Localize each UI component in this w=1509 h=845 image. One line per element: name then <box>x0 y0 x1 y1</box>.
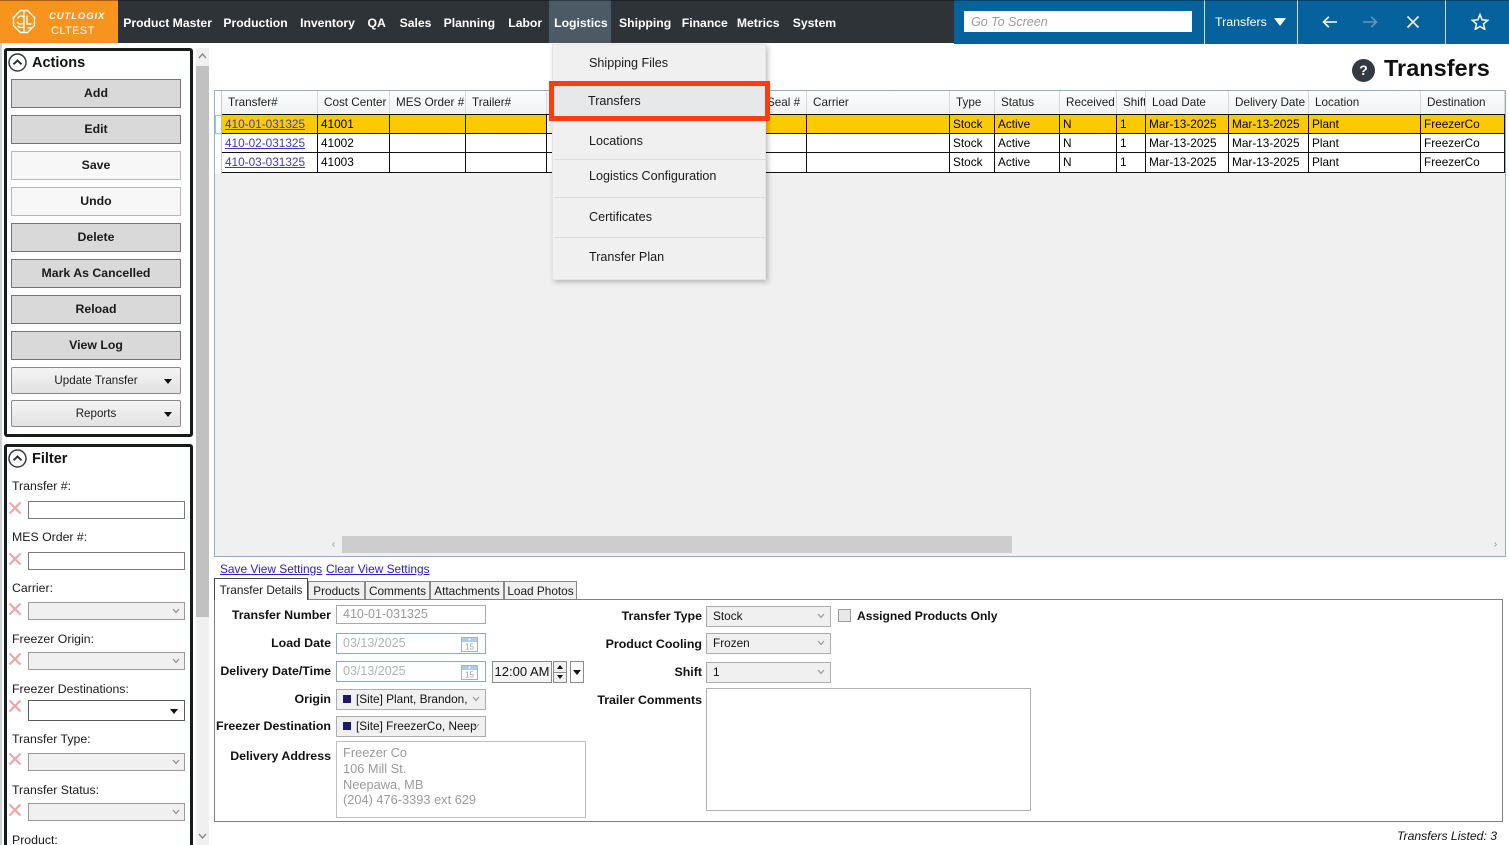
svg-text:15: 15 <box>465 671 474 680</box>
svg-text:15: 15 <box>465 643 474 652</box>
